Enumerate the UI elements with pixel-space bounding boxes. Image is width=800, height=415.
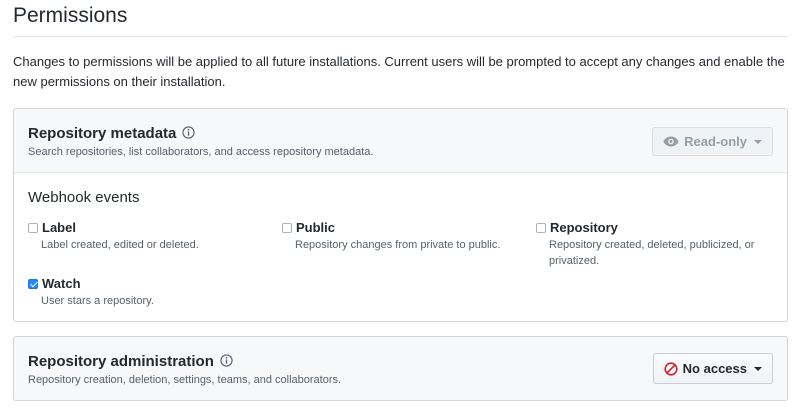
page-title: Permissions xyxy=(13,4,128,27)
public-event-checkbox-row[interactable]: Public xyxy=(282,220,532,235)
permissions-intro: Changes to permissions will be applied t… xyxy=(13,54,785,89)
repository-metadata-title: Repository metadata xyxy=(28,125,196,142)
watch-event-checkbox[interactable] xyxy=(28,278,38,289)
webhook-event-repository: Repository Repository created, deleted, … xyxy=(536,220,776,269)
repository-administration-description: Repository creation, deletion, settings,… xyxy=(28,374,342,386)
label-event-description: Label created, edited or deleted. xyxy=(41,239,199,251)
label-event-name: Label xyxy=(42,220,76,235)
public-event-checkbox[interactable] xyxy=(282,222,292,233)
read-only-button[interactable]: Read-only xyxy=(652,127,773,156)
repository-event-description: Repository created, deleted, publicized,… xyxy=(549,239,755,267)
public-event-description: Repository changes from private to publi… xyxy=(295,239,501,251)
repository-event-name: Repository xyxy=(550,220,618,235)
repository-event-checkbox-row[interactable]: Repository xyxy=(536,220,776,235)
webhook-event-label: Label Label created, edited or deleted. xyxy=(28,220,278,253)
repository-administration-title: Repository administration xyxy=(28,353,233,370)
chevron-down-icon xyxy=(754,366,762,371)
webhook-event-public: Public Repository changes from private t… xyxy=(282,220,532,253)
watch-event-checkbox-row[interactable]: Watch xyxy=(28,276,278,291)
no-entry-icon xyxy=(664,361,678,376)
watch-event-name: Watch xyxy=(42,276,81,291)
no-access-button[interactable]: No access xyxy=(652,353,773,384)
repository-metadata-description: Search repositories, list collaborators,… xyxy=(28,146,374,158)
repository-administration-title-text: Repository administration xyxy=(28,353,214,370)
repository-administration-card: Repository administration Repository cre… xyxy=(13,336,788,401)
no-access-button-label: No access xyxy=(682,361,747,376)
repository-metadata-header: Repository metadata Search repositories,… xyxy=(14,109,787,173)
repository-administration-header: Repository administration Repository cre… xyxy=(14,337,787,400)
read-only-button-label: Read-only xyxy=(684,134,747,149)
info-icon[interactable] xyxy=(182,126,196,139)
label-event-checkbox[interactable] xyxy=(28,222,38,233)
info-icon[interactable] xyxy=(220,354,233,367)
title-divider xyxy=(13,36,788,37)
chevron-down-icon xyxy=(754,139,762,144)
watch-event-description: User stars a repository. xyxy=(41,295,154,307)
repository-event-checkbox[interactable] xyxy=(536,222,546,233)
public-event-name: Public xyxy=(296,220,336,235)
repository-metadata-card: Repository metadata Search repositories,… xyxy=(13,108,788,322)
eye-icon xyxy=(663,136,679,147)
repository-metadata-title-text: Repository metadata xyxy=(28,125,177,142)
webhook-events-title: Webhook events xyxy=(28,189,140,206)
webhook-event-watch: Watch User stars a repository. xyxy=(28,276,278,309)
label-event-checkbox-row[interactable]: Label xyxy=(28,220,278,235)
